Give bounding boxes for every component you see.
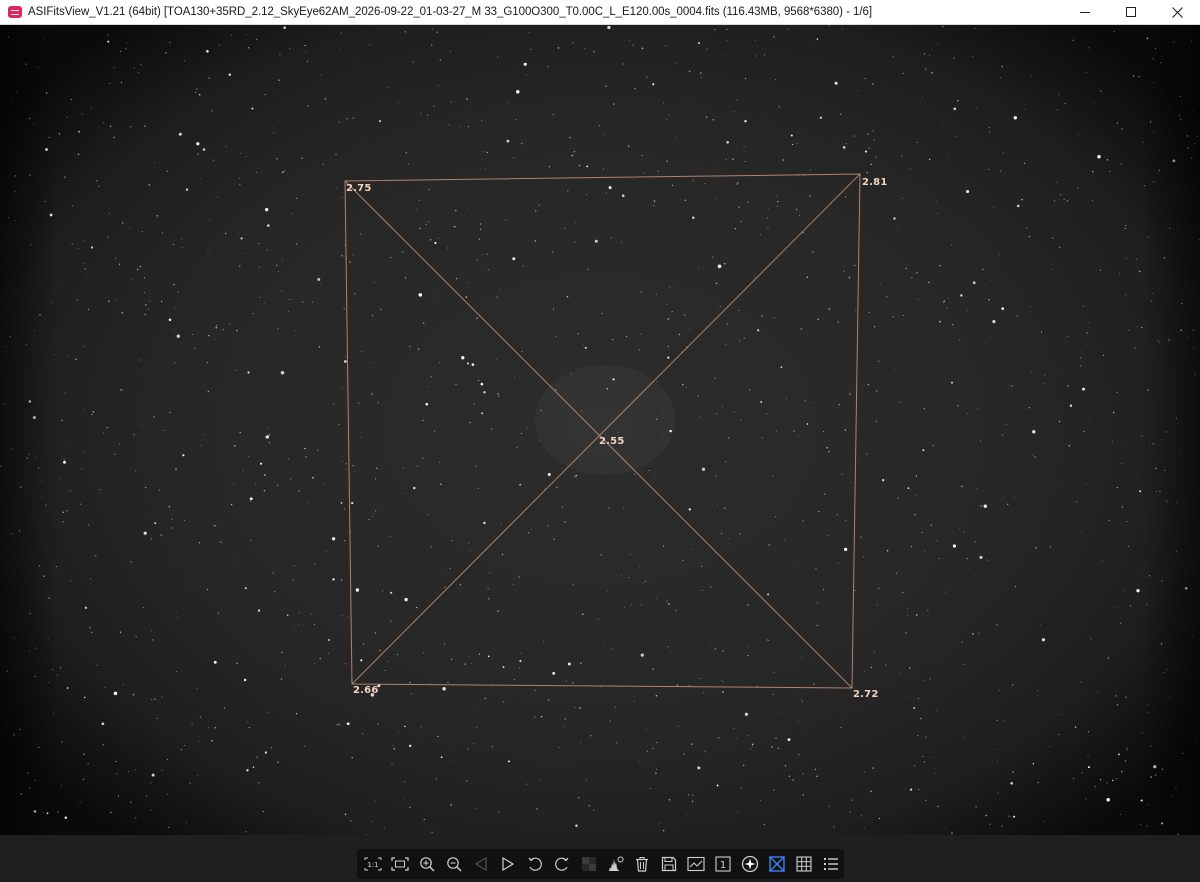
star-circle-icon [741,855,759,873]
tilt-diagonal-2 [351,173,861,685]
svg-text:1:1: 1:1 [368,861,379,869]
tilt-value-bottom-right: 2.72 [853,689,879,700]
minimize-button[interactable] [1062,0,1108,25]
actual-size-button[interactable]: 1:1 [360,850,387,878]
tilt-analysis-button[interactable] [763,850,790,878]
app-logo-icon [8,6,22,18]
image-toolbar: 1:1 1 [357,849,844,879]
fit-window-button[interactable] [387,850,414,878]
one-to-one-icon: 1:1 [364,857,382,871]
menu-list-button[interactable] [817,850,844,878]
star-detect-button[interactable] [736,850,763,878]
maximize-button[interactable] [1108,0,1154,25]
tilt-value-center: 2.55 [599,436,625,447]
stretch-icon [581,857,596,871]
next-image-button[interactable] [494,850,521,878]
minimize-icon [1080,12,1090,13]
fits-header-button[interactable] [683,850,710,878]
tilt-value-top-right: 2.81 [862,177,888,188]
delete-button[interactable] [629,850,656,878]
zoom-in-button[interactable] [414,850,441,878]
zoom-out-icon [447,857,462,872]
trash-icon [636,857,649,872]
fit-window-icon [391,857,409,871]
save-button[interactable] [656,850,683,878]
previous-image-button[interactable] [468,850,495,878]
close-icon [1171,6,1183,18]
rotate-left-button[interactable] [521,850,548,878]
single-frame-button[interactable]: 1 [710,850,737,878]
zoom-in-icon [420,857,435,872]
tilt-overlay [344,173,861,689]
rotate-cw-icon [554,857,569,871]
title-bar: ASIFitsView_V1.21 (64bit) [TOA130+35RD_2… [0,0,1200,25]
frame-one-icon: 1 [715,856,731,872]
list-icon [823,858,838,870]
histogram-icon [607,856,624,871]
grid-button[interactable] [790,850,817,878]
histogram-button[interactable] [602,850,629,878]
zoom-out-button[interactable] [441,850,468,878]
tilt-diagonal-1 [344,180,853,689]
tilt-value-top-left: 2.75 [346,183,372,194]
triangle-left-icon [474,856,487,872]
save-icon [662,856,677,872]
rotate-ccw-icon [528,857,542,871]
triangle-right-icon [502,856,515,872]
chart-icon [687,856,705,872]
maximize-icon [1126,7,1136,17]
close-button[interactable] [1154,0,1200,25]
rotate-right-button[interactable] [548,850,575,878]
image-viewport[interactable]: 2.75 2.81 2.55 2.66 2.72 [0,25,1200,835]
tilt-icon [769,856,785,872]
tilt-value-bottom-left: 2.66 [353,685,379,696]
grid-icon [796,856,812,872]
window-title: ASIFitsView_V1.21 (64bit) [TOA130+35RD_2… [28,6,872,18]
stretch-button[interactable] [575,850,602,878]
svg-text:1: 1 [720,860,726,871]
